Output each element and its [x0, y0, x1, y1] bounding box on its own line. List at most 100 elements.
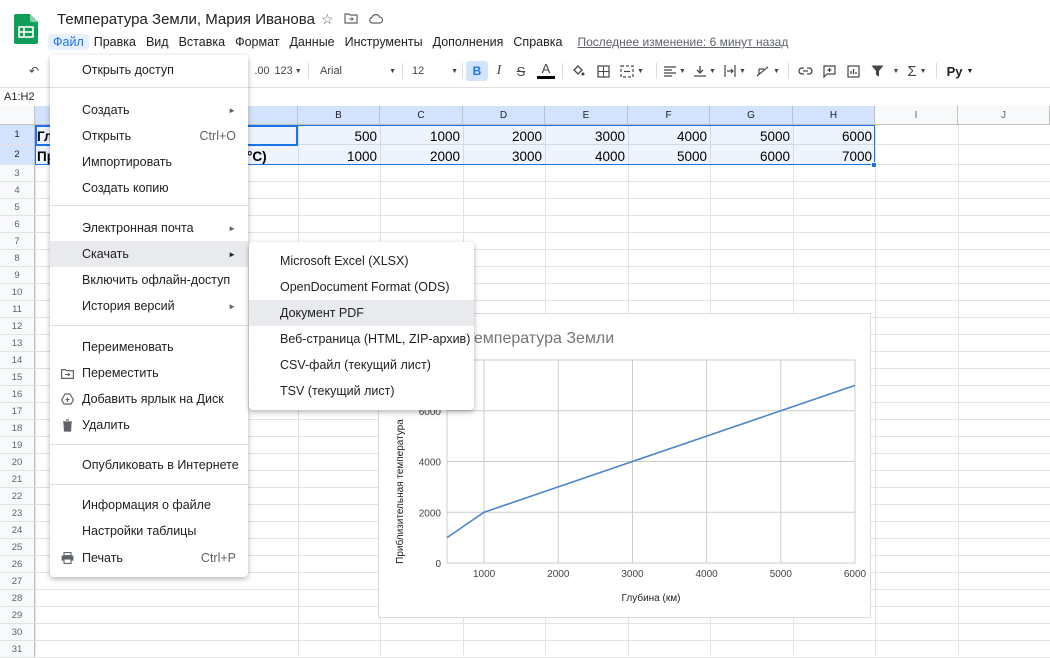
download-pdf[interactable]: Документ PDF [249, 300, 474, 326]
row-header-10[interactable]: 10 [0, 284, 35, 301]
row-header-22[interactable]: 22 [0, 488, 35, 505]
row-header-20[interactable]: 20 [0, 454, 35, 471]
column-header-i[interactable]: I [875, 106, 958, 125]
text-color-button[interactable]: A [537, 61, 555, 79]
menu-item-move[interactable]: Переместить [50, 360, 248, 386]
row-header-26[interactable]: 26 [0, 556, 35, 573]
row-header-19[interactable]: 19 [0, 437, 35, 454]
cell-g2[interactable]: 6000 [710, 146, 793, 166]
cell-e1[interactable]: 3000 [545, 126, 628, 146]
menu-item-version-history[interactable]: История версий ► [50, 293, 248, 319]
download-html[interactable]: Веб-страница (HTML, ZIP-архив) [249, 326, 474, 352]
select-all-corner[interactable] [0, 106, 35, 125]
cell-b2[interactable]: 1000 [298, 146, 380, 166]
increase-decimal-button[interactable]: .00 [252, 61, 272, 81]
insert-link-icon[interactable] [795, 61, 815, 81]
column-header-j[interactable]: J [958, 106, 1050, 125]
text-wrap-icon[interactable]: ▼ [722, 61, 748, 81]
menu-item-share[interactable]: Открыть доступ [50, 57, 248, 83]
vertical-align-icon[interactable]: ▼ [692, 61, 718, 81]
cell-e2[interactable]: 4000 [545, 146, 628, 166]
bold-button[interactable]: B [466, 61, 488, 81]
cell-b1[interactable]: 500 [298, 126, 380, 146]
row-header-21[interactable]: 21 [0, 471, 35, 488]
download-xlsx[interactable]: Microsoft Excel (XLSX) [249, 248, 474, 274]
input-tools-button[interactable]: Ру ▼ [944, 61, 976, 81]
menu-item-add-shortcut[interactable]: Добавить ярлык на Диск [50, 386, 248, 412]
row-header-27[interactable]: 27 [0, 573, 35, 590]
menu-item-download[interactable]: Скачать ► [50, 241, 248, 267]
row-header-17[interactable]: 17 [0, 403, 35, 420]
cell-h1[interactable]: 6000 [793, 126, 875, 146]
font-size-select[interactable]: 12 ▼ [412, 61, 458, 81]
menu-item-email[interactable]: Электронная почта ► [50, 215, 248, 241]
menu-item-rename[interactable]: Переименовать [50, 334, 248, 360]
menu-view[interactable]: Вид [141, 34, 174, 50]
row-header-7[interactable]: 7 [0, 233, 35, 250]
row-header-25[interactable]: 25 [0, 539, 35, 556]
column-header-c[interactable]: C [380, 106, 463, 125]
borders-icon[interactable] [594, 61, 612, 81]
menu-item-open[interactable]: Открыть Ctrl+O [50, 123, 248, 149]
menu-addons[interactable]: Дополнения [428, 34, 509, 50]
insert-comment-icon[interactable] [819, 61, 839, 81]
menu-item-new[interactable]: Создать ► [50, 97, 248, 123]
text-rotation-icon[interactable]: ▼ [754, 61, 782, 81]
menu-item-delete[interactable]: Удалить [50, 412, 248, 438]
column-header-h[interactable]: H [793, 106, 875, 125]
align-left-icon[interactable]: ▼ [662, 61, 688, 81]
download-ods[interactable]: OpenDocument Format (ODS) [249, 274, 474, 300]
cell-c2[interactable]: 2000 [380, 146, 463, 166]
folder-move-icon[interactable] [343, 11, 358, 28]
chevron-down-icon[interactable]: ▼ [889, 61, 903, 81]
row-header-1[interactable]: 1 [0, 125, 35, 145]
menu-item-settings[interactable]: Настройки таблицы [50, 518, 248, 544]
document-title[interactable]: Температура Земли, Мария Иванова [57, 11, 315, 28]
menu-item-make-copy[interactable]: Создать копию [50, 175, 248, 201]
row-header-8[interactable]: 8 [0, 250, 35, 267]
last-edit-link[interactable]: Последнее изменение: 6 минут назад [577, 35, 788, 49]
row-header-14[interactable]: 14 [0, 352, 35, 369]
menu-item-print[interactable]: Печать Ctrl+P [50, 545, 248, 571]
number-format-button[interactable]: 123 ▼ [274, 61, 302, 81]
row-header-24[interactable]: 24 [0, 522, 35, 539]
column-header-g[interactable]: G [710, 106, 793, 125]
download-tsv[interactable]: TSV (текущий лист) [249, 378, 474, 404]
cell-f1[interactable]: 4000 [628, 126, 710, 146]
italic-button[interactable]: I [490, 61, 508, 81]
filter-icon[interactable] [867, 61, 887, 81]
menu-insert[interactable]: Вставка [174, 34, 230, 50]
row-header-2[interactable]: 2 [0, 145, 35, 165]
row-header-18[interactable]: 18 [0, 420, 35, 437]
menu-help[interactable]: Справка [508, 34, 567, 50]
sheets-logo-icon[interactable] [14, 14, 38, 44]
row-header-13[interactable]: 13 [0, 335, 35, 352]
row-header-4[interactable]: 4 [0, 182, 35, 199]
row-header-16[interactable]: 16 [0, 386, 35, 403]
fill-color-icon[interactable] [569, 61, 587, 81]
star-icon[interactable]: ☆ [321, 11, 334, 28]
column-header-f[interactable]: F [628, 106, 710, 125]
row-header-15[interactable]: 15 [0, 369, 35, 386]
column-header-e[interactable]: E [545, 106, 628, 125]
menu-tools[interactable]: Инструменты [340, 34, 428, 50]
cell-h2[interactable]: 7000 [793, 146, 875, 166]
strikethrough-button[interactable]: S [512, 61, 530, 81]
menu-item-import[interactable]: Импортировать [50, 149, 248, 175]
row-header-5[interactable]: 5 [0, 199, 35, 216]
functions-icon[interactable]: Σ ▼ [903, 61, 931, 81]
cell-f2[interactable]: 5000 [628, 146, 710, 166]
row-header-12[interactable]: 12 [0, 318, 35, 335]
menu-data[interactable]: Данные [284, 34, 339, 50]
menu-item-publish[interactable]: Опубликовать в Интернете [50, 452, 248, 478]
row-header-6[interactable]: 6 [0, 216, 35, 233]
merge-cells-icon[interactable]: ▼ [618, 61, 646, 81]
cell-g1[interactable]: 5000 [710, 126, 793, 146]
column-header-d[interactable]: D [463, 106, 545, 125]
menu-file[interactable]: Файл [48, 34, 89, 50]
menu-item-file-info[interactable]: Информация о файле [50, 492, 248, 518]
row-header-28[interactable]: 28 [0, 590, 35, 607]
row-header-3[interactable]: 3 [0, 165, 35, 182]
name-box[interactable]: A1:H2 [4, 91, 35, 103]
row-header-9[interactable]: 9 [0, 267, 35, 284]
